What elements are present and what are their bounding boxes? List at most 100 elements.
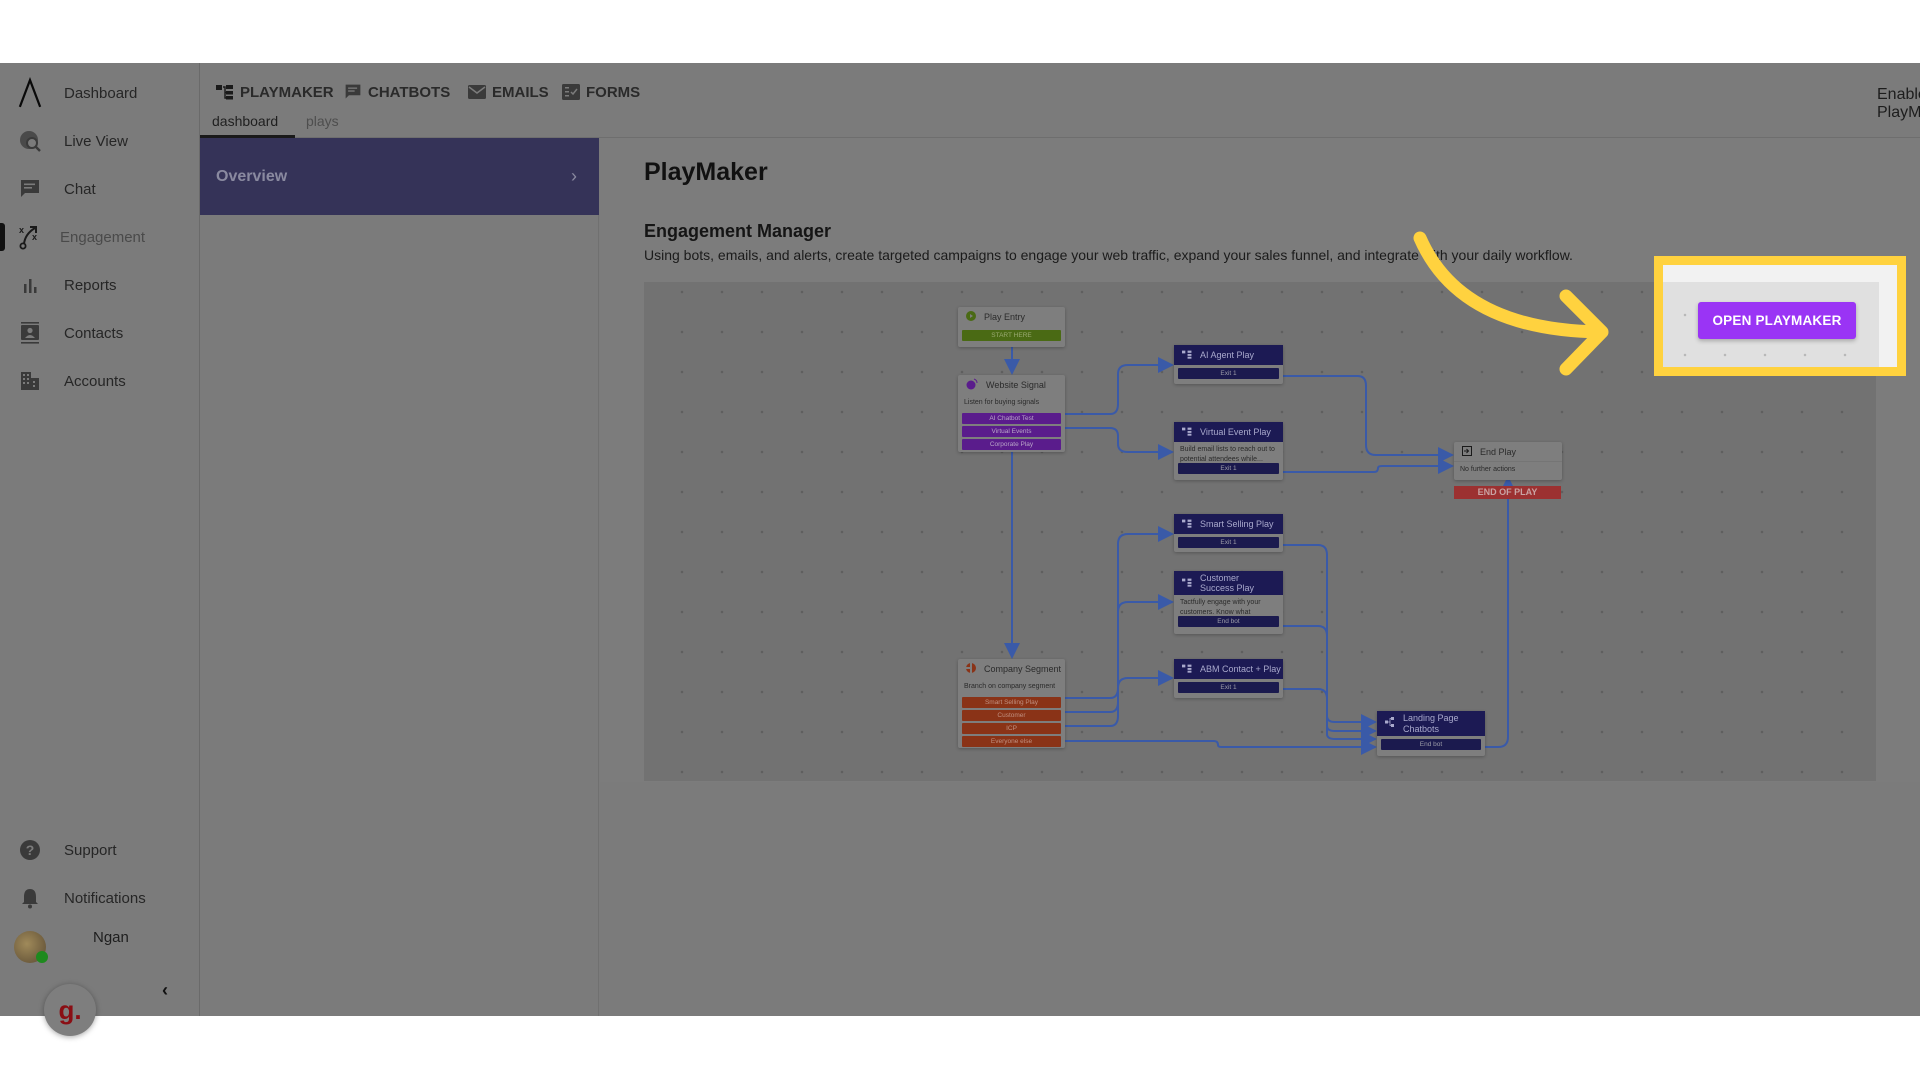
node-exit[interactable]: Everyone else xyxy=(962,736,1061,747)
sidebar-item-notifications[interactable]: Notifications xyxy=(0,878,200,918)
node-smart-selling-play[interactable]: Smart Selling Play Exit 1 xyxy=(1174,514,1283,552)
node-exit[interactable]: Exit 1 xyxy=(1178,368,1279,379)
node-description: No further actions xyxy=(1460,466,1516,473)
node-description: Tactfully engage with your customers. Kn… xyxy=(1180,599,1261,616)
tab-chatbots[interactable]: CHATBOTS xyxy=(344,80,450,104)
chat-icon xyxy=(18,177,42,201)
playmaker-icon xyxy=(1182,519,1192,530)
sidebar: Dashboard Live View Chat xx Engagement R xyxy=(0,63,200,1036)
engagement-icon: xx xyxy=(18,225,42,250)
tab-label: PLAYMAKER xyxy=(240,83,334,101)
node-title: Play Entry xyxy=(984,312,1026,322)
sidebar-item-contacts[interactable]: Contacts xyxy=(0,313,200,353)
flow-icon xyxy=(1385,717,1395,730)
open-playmaker-button[interactable]: OPEN PLAYMAKER xyxy=(1698,302,1856,339)
tab-label: CHATBOTS xyxy=(368,83,451,101)
node-exit[interactable]: Smart Selling Play xyxy=(962,697,1061,708)
node-title: AI Agent Play xyxy=(1200,350,1255,360)
node-title: Landing Page Chatbots xyxy=(1403,712,1459,734)
segment-icon xyxy=(966,663,976,675)
node-company-segment[interactable]: Company Segment Branch on company segmen… xyxy=(958,659,1065,748)
node-title: Smart Selling Play xyxy=(1200,519,1274,529)
svg-text:?: ? xyxy=(26,842,35,858)
node-exit[interactable]: AI Chatbot Test xyxy=(962,413,1061,424)
node-exit[interactable]: Exit 1 xyxy=(1178,682,1279,693)
node-description: Listen for buying signals xyxy=(964,399,1040,406)
node-title: ABM Contact + Play xyxy=(1200,664,1281,674)
node-exit[interactable]: ICP xyxy=(962,723,1061,734)
tab-forms[interactable]: FORMS xyxy=(562,80,640,104)
left-panel: Overview › xyxy=(200,138,599,1016)
node-website-signal[interactable]: Website Signal Listen for buying signals… xyxy=(958,375,1065,452)
node-title: Company Segment xyxy=(984,664,1062,674)
node-exit[interactable]: Customer xyxy=(962,710,1061,721)
node-exit[interactable]: Virtual Events xyxy=(962,426,1061,437)
top-navigation: PLAYMAKER CHATBOTS EMAILS FORMS dashboar… xyxy=(200,63,1920,138)
section-title: Engagement Manager xyxy=(644,221,832,241)
bell-icon xyxy=(18,886,42,910)
sidebar-item-label: Notifications xyxy=(64,889,146,907)
node-exit[interactable]: Exit 1 xyxy=(1178,463,1279,474)
sidebar-item-label: Support xyxy=(64,841,117,859)
node-play-entry[interactable]: Play Entry START HERE xyxy=(958,307,1065,347)
tab-playmaker[interactable]: PLAYMAKER xyxy=(216,80,334,104)
node-title: Virtual Event Play xyxy=(1200,427,1271,437)
sidebar-item-label: Engagement xyxy=(60,228,146,246)
node-exit[interactable]: Exit 1 xyxy=(1178,537,1279,548)
node-exit[interactable]: End bot xyxy=(1381,739,1481,750)
overview-item[interactable]: Overview › xyxy=(200,138,599,215)
sidebar-item-dashboard[interactable]: Dashboard xyxy=(0,73,200,113)
tab-emails[interactable]: EMAILS xyxy=(468,80,549,104)
exit-icon xyxy=(1462,445,1472,458)
bar-chart-icon xyxy=(18,273,42,297)
globe-signal-icon xyxy=(966,378,978,392)
playmaker-icon xyxy=(1182,578,1192,589)
node-exit[interactable]: START HERE xyxy=(962,330,1061,341)
page-title: PlayMaker xyxy=(644,158,768,186)
node-title: Website Signal xyxy=(986,380,1046,390)
svg-text:x: x xyxy=(19,225,24,235)
sidebar-item-accounts[interactable]: Accounts xyxy=(0,361,200,401)
subtab-plays[interactable]: plays xyxy=(306,113,339,129)
node-exit[interactable]: Corporate Play xyxy=(962,439,1061,450)
live-view-icon xyxy=(18,129,42,153)
logo-icon xyxy=(18,77,42,108)
node-exit[interactable]: End bot xyxy=(1178,616,1279,627)
sidebar-item-label: Reports xyxy=(64,276,117,294)
playmaker-icon xyxy=(1182,427,1192,438)
sidebar-item-label: Dashboard xyxy=(64,84,138,102)
collapse-sidebar-button[interactable]: ‹ xyxy=(162,980,168,1001)
node-landing-page-chatbots[interactable]: Landing Page Chatbots End bot xyxy=(1377,711,1485,756)
subtab-dashboard[interactable]: dashboard xyxy=(212,113,278,129)
sidebar-item-label: Accounts xyxy=(64,372,126,390)
end-of-play-bar: END OF PLAY xyxy=(1454,486,1561,499)
chevron-right-icon: › xyxy=(571,166,577,186)
contact-card-icon xyxy=(18,321,42,345)
sidebar-item-reports[interactable]: Reports xyxy=(0,265,200,305)
playmaker-icon xyxy=(1182,664,1192,675)
node-title: End Play xyxy=(1480,446,1517,457)
tab-label: FORMS xyxy=(586,83,641,101)
svg-text:x: x xyxy=(32,232,37,242)
brand-badge[interactable]: g. xyxy=(44,984,96,1036)
section-description: Using bots, emails, and alerts, create t… xyxy=(644,247,1573,263)
online-status-dot xyxy=(36,951,48,963)
email-icon xyxy=(468,83,486,101)
node-description: Build email lists to reach out to potent… xyxy=(1180,446,1275,463)
overview-label: Overview xyxy=(216,167,288,185)
node-description: Branch on company segment xyxy=(964,683,1056,690)
node-virtual-event-play[interactable]: Virtual Event Play Build email lists to … xyxy=(1174,422,1283,480)
node-end-play[interactable]: End Play No further actions xyxy=(1454,442,1562,480)
playmaker-icon xyxy=(1182,350,1192,361)
sidebar-item-chat[interactable]: Chat xyxy=(0,169,200,209)
sidebar-item-label: Contacts xyxy=(64,324,124,342)
node-customer-success-play[interactable]: Customer Success Play Tactfully engage w… xyxy=(1174,571,1283,634)
node-ai-agent-play[interactable]: AI Agent Play Exit 1 xyxy=(1174,345,1283,384)
sidebar-item-live-view[interactable]: Live View xyxy=(0,121,200,161)
node-abm-contact-play[interactable]: ABM Contact + Play Exit 1 xyxy=(1174,659,1283,698)
help-icon: ? xyxy=(18,838,42,862)
sidebar-item-engagement[interactable]: xx Engagement xyxy=(0,217,200,257)
sidebar-item-label: Chat xyxy=(64,180,96,198)
tab-label: EMAILS xyxy=(492,83,549,101)
sidebar-item-support[interactable]: ? Support xyxy=(0,830,200,870)
